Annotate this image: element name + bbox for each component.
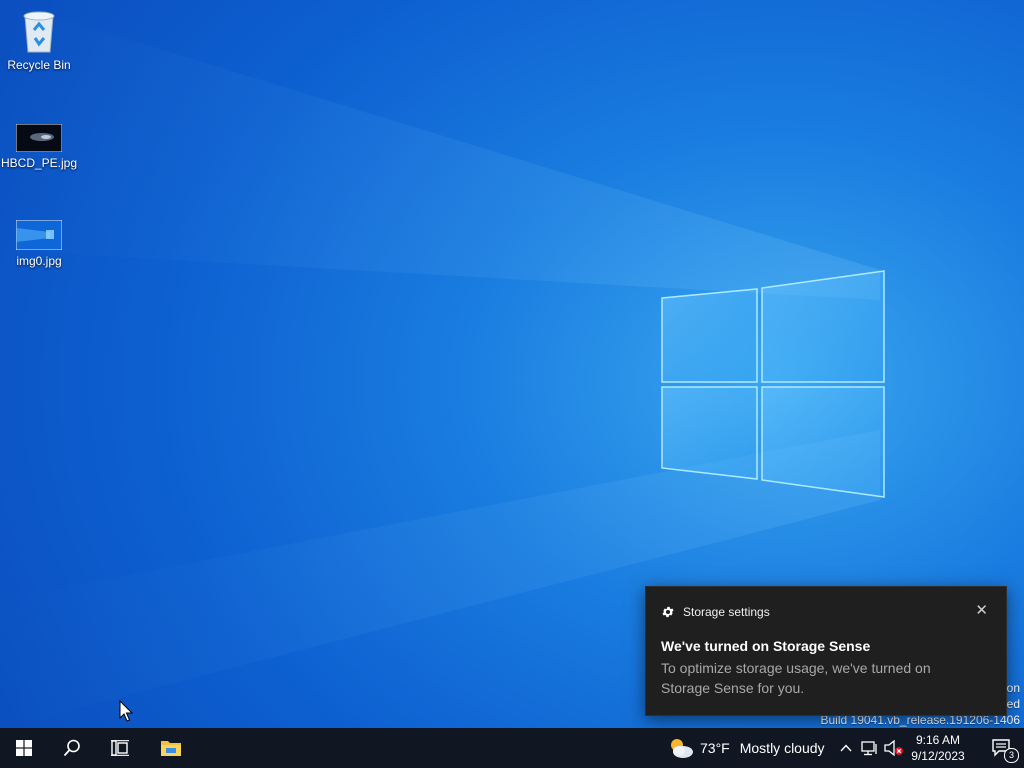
task-view-icon <box>111 740 129 756</box>
chevron-up-icon <box>840 744 852 752</box>
recycle-bin-icon <box>23 11 55 53</box>
show-hidden-icons-button[interactable] <box>836 728 856 768</box>
mouse-cursor <box>119 700 133 722</box>
file-explorer-button[interactable] <box>147 728 195 768</box>
image-file-icon <box>16 220 62 250</box>
notification-count-badge: 3 <box>1004 748 1019 763</box>
notification-title: We've turned on Storage Sense <box>661 638 871 654</box>
desktop[interactable]: Recycle Bin HBCD_PE.jpg img0.jpg on ed B… <box>0 0 1024 728</box>
notification-body: To optimize storage usage, we've turned … <box>661 660 931 696</box>
storage-sense-notification[interactable]: Storage settings ✕ We've turned on Stora… <box>645 586 1007 716</box>
desktop-icon-recycle-bin[interactable]: Recycle Bin <box>0 8 78 73</box>
start-button[interactable] <box>0 728 48 768</box>
taskbar-clock[interactable]: 9:16 AM 9/12/2023 <box>906 732 970 764</box>
action-center-button[interactable]: 3 <box>980 728 1024 768</box>
search-button[interactable] <box>48 728 96 768</box>
weather-condition: Mostly cloudy <box>739 740 825 756</box>
windows-logo-icon <box>16 740 32 756</box>
image-file-icon <box>16 124 62 152</box>
file-explorer-icon <box>161 741 181 756</box>
network-icon <box>861 741 877 756</box>
volume-button[interactable] <box>882 728 906 768</box>
clock-time: 9:16 AM <box>915 733 961 747</box>
desktop-icon-hbcd-pe[interactable]: HBCD_PE.jpg <box>0 124 78 171</box>
gear-icon <box>662 606 674 618</box>
desktop-icon-img0[interactable]: img0.jpg <box>0 220 78 269</box>
task-view-button[interactable] <box>96 728 144 768</box>
clock-date: 9/12/2023 <box>911 749 965 763</box>
network-button[interactable] <box>858 728 882 768</box>
weather-temperature: 73°F <box>700 740 730 756</box>
volume-muted-icon <box>884 740 903 756</box>
desktop-icon-label: HBCD_PE.jpg <box>0 156 78 170</box>
system-tray: 73°F Mostly cloudy 9:16 AM 9/12/2023 3 <box>660 728 1024 768</box>
notification-app-name: Storage settings <box>683 605 770 619</box>
close-icon[interactable]: ✕ <box>975 603 988 618</box>
notification-header: Storage settings <box>661 605 770 619</box>
weather-widget[interactable]: 73°F Mostly cloudy <box>668 728 828 768</box>
desktop-icon-label: Recycle Bin <box>7 58 71 72</box>
search-icon <box>63 739 80 757</box>
desktop-icon-label: img0.jpg <box>16 254 62 268</box>
taskbar: 73°F Mostly cloudy 9:16 AM 9/12/2023 3 <box>0 728 1024 768</box>
partly-cloudy-icon <box>671 739 693 758</box>
